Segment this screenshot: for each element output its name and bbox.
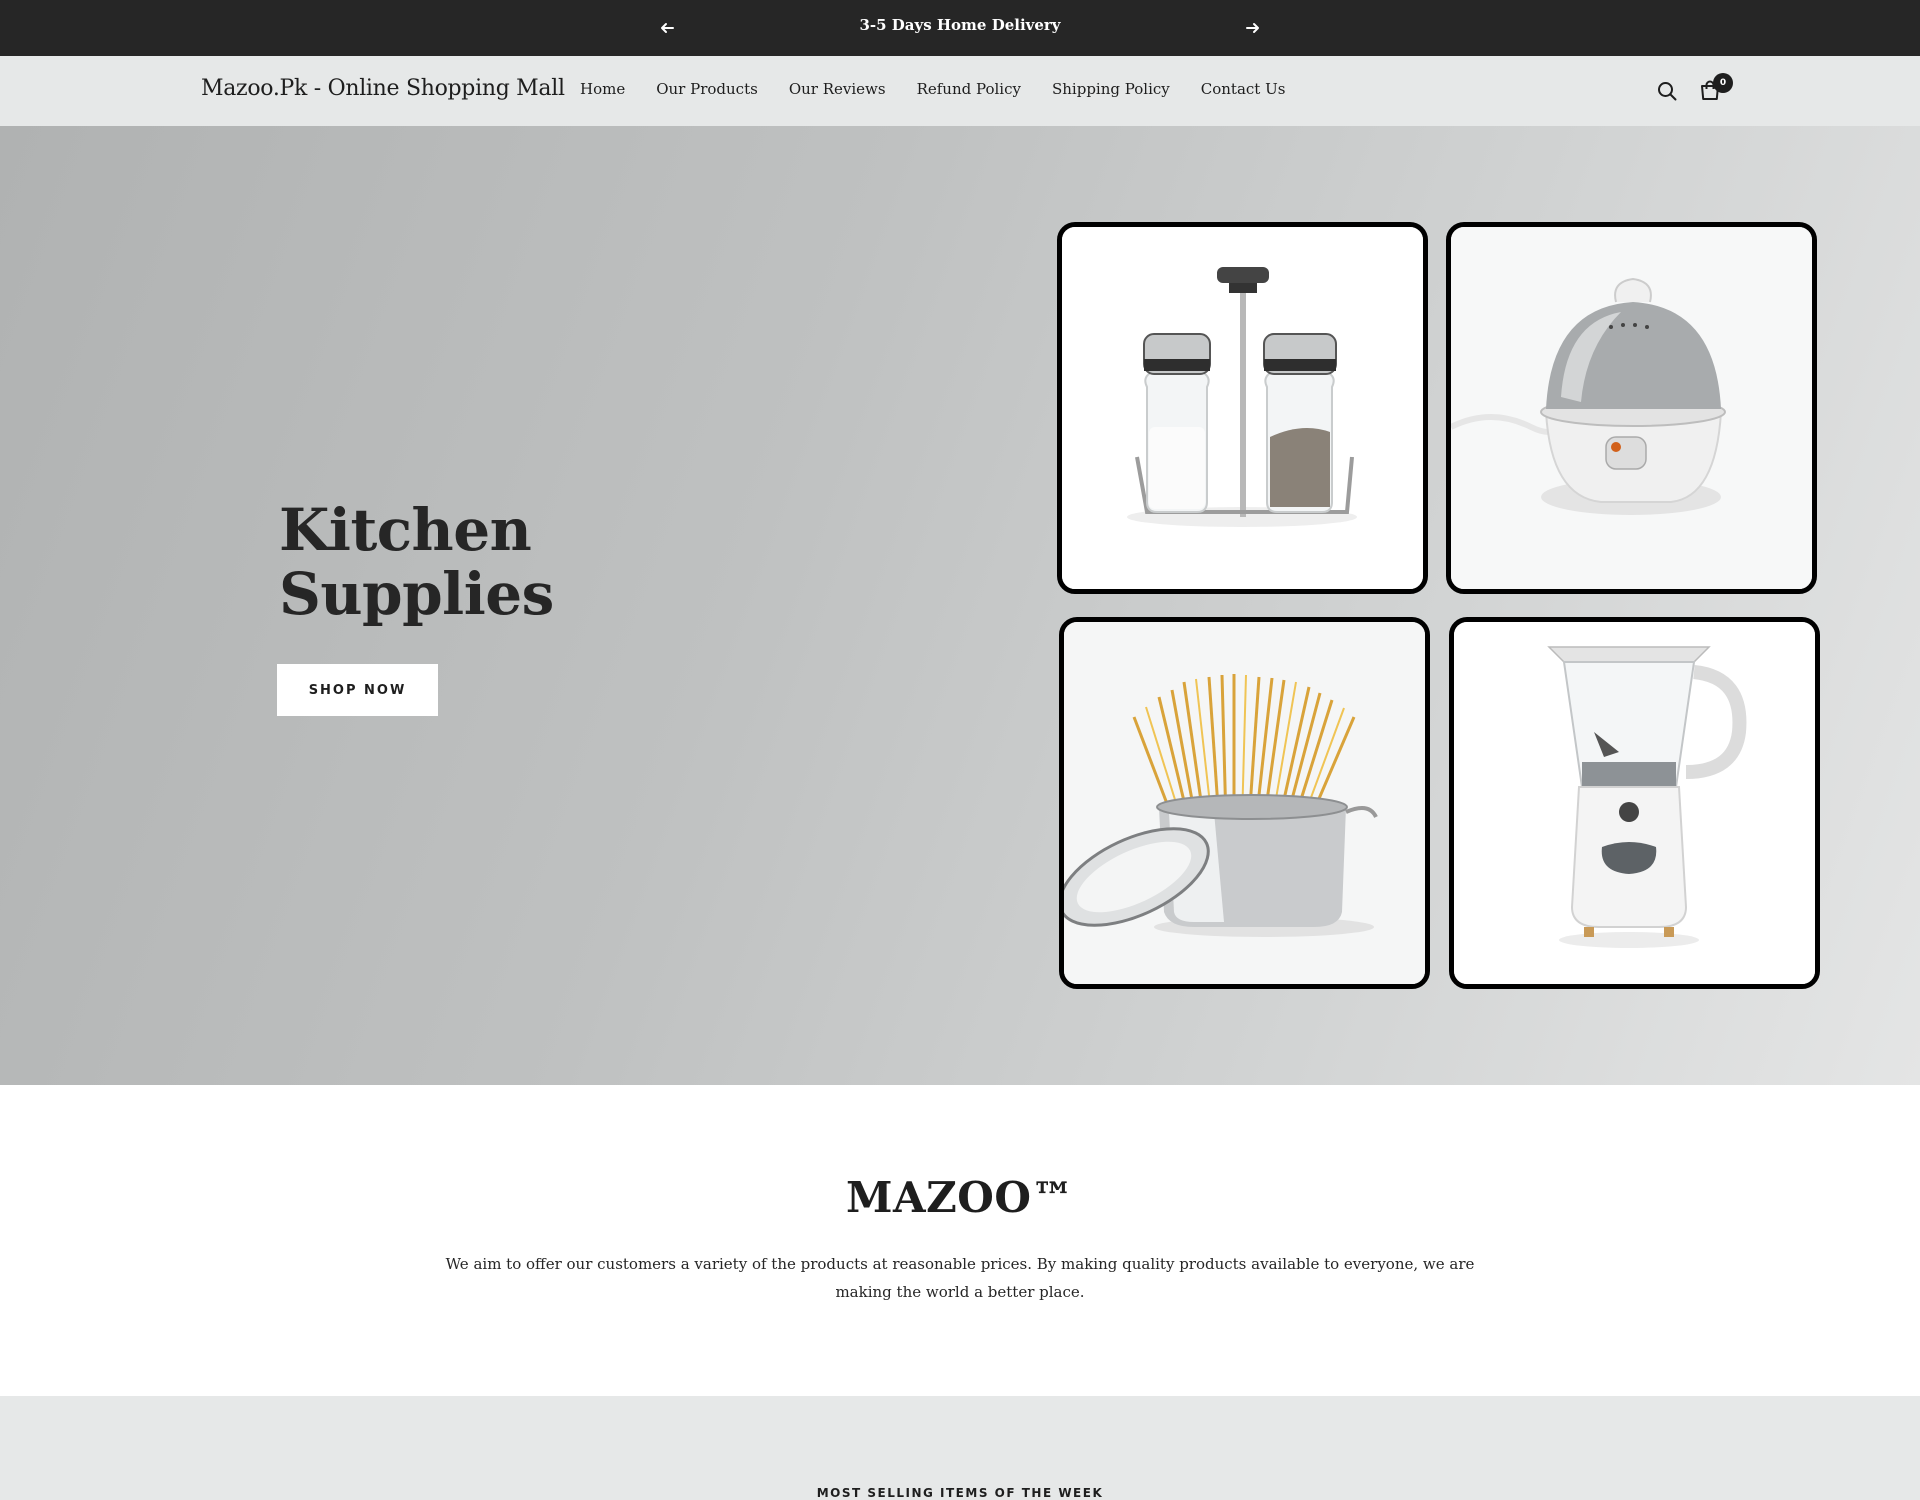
nav-refund-policy[interactable]: Refund Policy (917, 80, 1021, 98)
salt-pepper-shakers-image (1062, 227, 1423, 589)
product-tile-spaghetti-pot[interactable] (1059, 617, 1430, 989)
hero-title-line2: Supplies (279, 560, 554, 628)
product-tile-egg-boiler[interactable] (1446, 222, 1817, 594)
nav-contact-us[interactable]: Contact Us (1201, 80, 1286, 98)
nav-home[interactable]: Home (580, 80, 625, 98)
hero-banner: Kitchen Supplies SHOP NOW (0, 126, 1920, 1085)
announcement-bar: 3-5 Days Home Delivery (0, 0, 1920, 56)
product-tile-salt-pepper[interactable] (1057, 222, 1428, 594)
egg-boiler-image (1451, 227, 1812, 589)
nav-our-reviews[interactable]: Our Reviews (789, 80, 886, 98)
blender-image (1454, 622, 1815, 984)
brand-title: MAZOO™ (846, 1173, 1074, 1222)
cart-count-badge: 0 (1713, 73, 1733, 93)
hero-title: Kitchen Supplies (279, 498, 554, 626)
site-header: Mazoo.Pk - Online Shopping Mall Home Our… (0, 56, 1920, 126)
best-sellers-section: MOST SELLING ITEMS OF THE WEEK (0, 1396, 1920, 1500)
nav-our-products[interactable]: Our Products (656, 80, 758, 98)
about-text: We aim to offer our customers a variety … (445, 1255, 1475, 1301)
hero-title-line1: Kitchen (279, 496, 532, 564)
announcement-message: 3-5 Days Home Delivery (859, 16, 1061, 34)
search-icon[interactable] (1655, 79, 1681, 105)
spaghetti-pot-image (1064, 622, 1425, 984)
main-nav: Home Our Products Our Reviews Refund Pol… (580, 80, 1285, 98)
product-tile-blender[interactable] (1449, 617, 1820, 989)
shop-now-button[interactable]: SHOP NOW (277, 664, 438, 716)
arrow-left-icon[interactable] (655, 16, 679, 40)
about-section: MAZOO™ We aim to offer our customers a v… (0, 1085, 1920, 1396)
arrow-right-icon[interactable] (1241, 16, 1265, 40)
site-logo[interactable]: Mazoo.Pk - Online Shopping Mall (201, 76, 565, 101)
nav-shipping-policy[interactable]: Shipping Policy (1052, 80, 1170, 98)
best-sellers-title: MOST SELLING ITEMS OF THE WEEK (816, 1486, 1104, 1500)
